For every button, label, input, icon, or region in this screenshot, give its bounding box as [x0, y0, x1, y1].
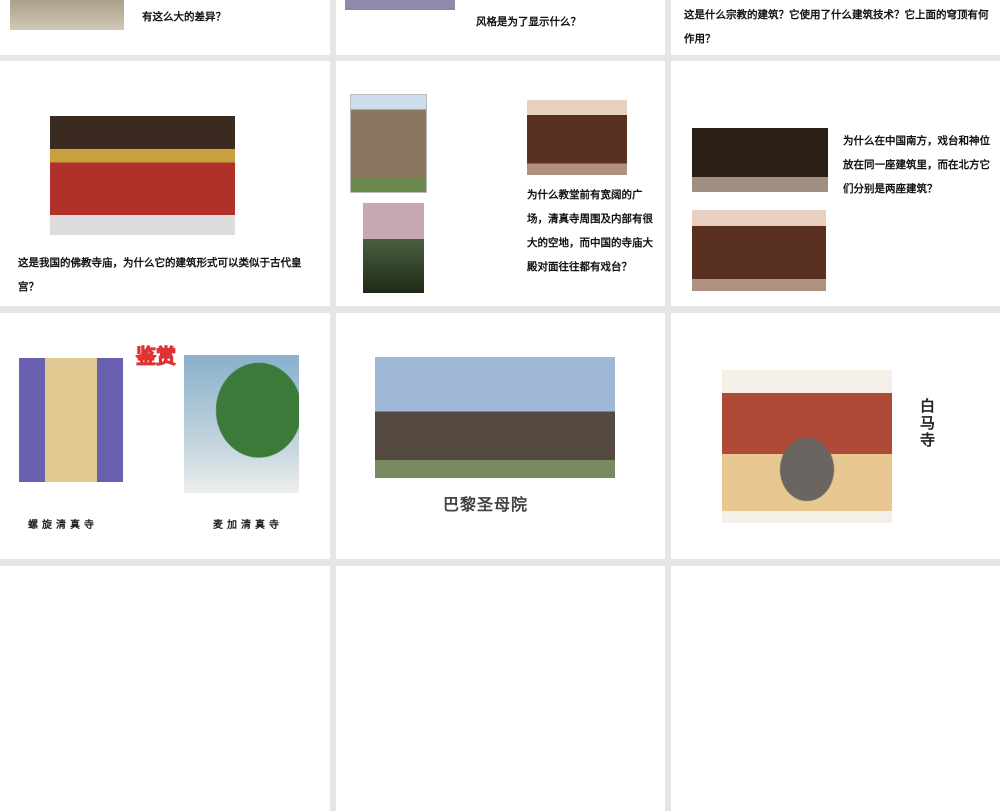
caption-left: 螺旋清真寺	[28, 520, 98, 531]
slide-text: 为什么在中国南方，戏台和神位放在同一座建筑里，而在北方它们分别是两座建筑？	[843, 135, 990, 195]
buddhist-temple-image	[50, 103, 235, 235]
opera-stage-image	[527, 100, 627, 175]
spiral-mosque-image	[19, 358, 123, 482]
slide-text: 风格是为了显示什么？	[476, 16, 581, 28]
slide-thumbnail-9[interactable]: 白马寺	[671, 313, 1000, 559]
slide-thumbnail-4[interactable]: 这是我国的佛教寺庙，为什么它的建筑形式可以类似于古代皇宫？	[0, 61, 330, 306]
mecca-mosque-image	[184, 355, 299, 493]
slide-text: 有这么大的差异？	[142, 11, 226, 23]
mosque-night-image	[363, 203, 424, 293]
southern-stage-image	[692, 117, 828, 192]
slide-text: 为什么教堂前有宽阔的广场，清真寺周围及内部有很大的空地，而中国的寺庙大殿对面往往…	[527, 189, 653, 273]
slide-thumbnail-8[interactable]: 巴黎圣母院	[336, 313, 665, 559]
church-image	[345, 0, 455, 10]
slide-title: 白马寺	[920, 397, 936, 449]
slide-text: 这是我国的佛教寺庙，为什么它的建筑形式可以类似于古代皇宫？	[18, 257, 302, 293]
northern-stage-image	[692, 210, 826, 291]
white-horse-temple-image	[722, 370, 892, 523]
slide-title: 鉴赏	[136, 344, 177, 368]
caption-right: 麦加清真寺	[213, 520, 283, 531]
slide-text: 这是什么宗教的建筑？它使用了什么建筑技术？它上面的穹顶有何作用？	[684, 9, 989, 45]
cathedral-image	[350, 94, 427, 193]
palace-interior-image	[10, 0, 124, 30]
slide-title: 巴黎圣母院	[443, 495, 529, 514]
slide-thumbnail-1[interactable]: 有这么大的差异？	[0, 0, 330, 55]
slide-thumbnail-6[interactable]: 为什么在中国南方，戏台和神位放在同一座建筑里，而在北方它们分别是两座建筑？	[671, 61, 1000, 306]
slide-thumbnail-3[interactable]: 这是什么宗教的建筑？它使用了什么建筑技术？它上面的穹顶有何作用？	[671, 0, 1000, 55]
slide-thumbnail-12[interactable]	[671, 566, 1000, 811]
slide-thumbnail-2[interactable]: 风格是为了显示什么？	[336, 0, 665, 55]
slide-thumbnail-11[interactable]	[336, 566, 665, 811]
slide-thumbnail-7[interactable]: 鉴赏 螺旋清真寺 麦加清真寺	[0, 313, 330, 559]
notre-dame-image	[375, 357, 615, 478]
slide-thumbnail-5[interactable]: 为什么教堂前有宽阔的广场，清真寺周围及内部有很大的空地，而中国的寺庙大殿对面往往…	[336, 61, 665, 306]
slide-thumbnail-10[interactable]	[0, 566, 330, 811]
